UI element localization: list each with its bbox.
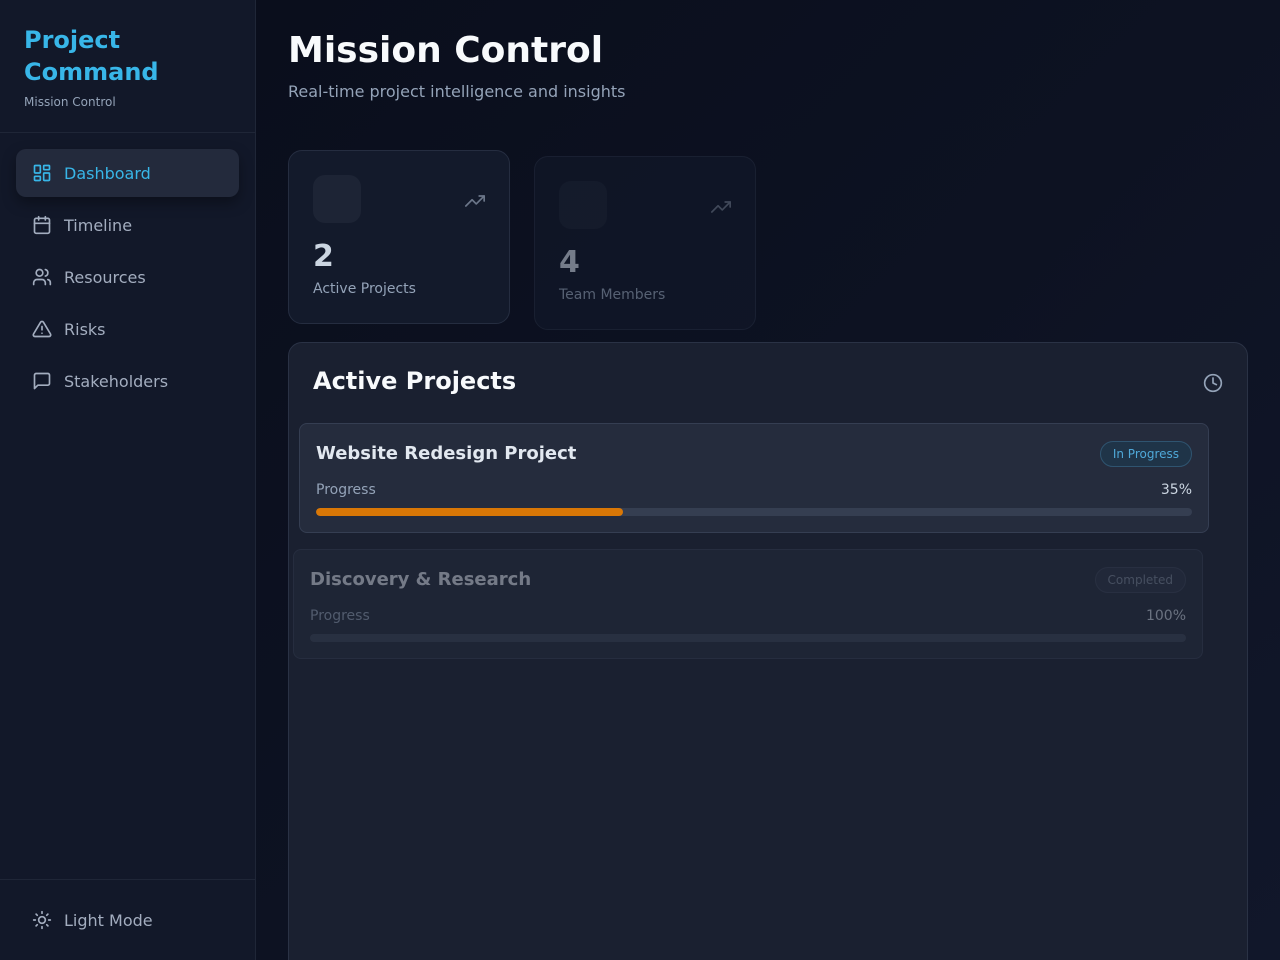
sidebar: Project Command Mission Control Dashboar… [0, 0, 256, 960]
stat-card-active-projects: 2 Active Projects [288, 150, 510, 324]
sidebar-item-timeline[interactable]: Timeline [16, 201, 239, 249]
stat-label: Active Projects [313, 281, 416, 297]
status-badge: Completed [1094, 567, 1186, 593]
progress-value: 35% [1160, 482, 1192, 498]
clock-icon[interactable] [1203, 373, 1223, 393]
calendar-icon [33, 215, 51, 235]
dashboard-icon [33, 164, 51, 182]
panel-title: Active Projects [313, 367, 517, 395]
stat-value: 4 [559, 245, 580, 280]
active-projects-panel: Active Projects Website Redesign Project… [288, 342, 1248, 960]
sun-icon [32, 910, 52, 930]
warning-icon [32, 320, 52, 338]
progress-label: Progress [316, 482, 376, 498]
project-name: Discovery & Research [310, 569, 532, 590]
sidebar-item-risks[interactable]: Risks [16, 305, 239, 353]
stat-value: 2 [313, 239, 334, 274]
project-card-discovery-research[interactable]: Discovery & Research Completed Progress … [293, 549, 1203, 659]
trend-up-icon [465, 195, 485, 207]
progress-label: Progress [310, 608, 370, 624]
progress-fill [316, 508, 623, 516]
project-card-website-redesign[interactable]: Website Redesign Project In Progress Pro… [299, 423, 1209, 533]
sidebar-footer: Light Mode [0, 879, 255, 960]
brand-title: Project Command [24, 26, 159, 86]
progress-bar [310, 634, 1186, 642]
status-badge: In Progress [1099, 441, 1192, 467]
light-mode-label: Light Mode [64, 910, 153, 930]
trend-up-icon [711, 201, 731, 213]
progress-fill [310, 634, 1186, 642]
progress-bar [316, 508, 1192, 516]
main-content: Mission Control Real-time project intell… [256, 0, 1280, 960]
project-name: Website Redesign Project [316, 443, 577, 464]
page-title: Mission Control [288, 30, 604, 71]
sidebar-item-dashboard[interactable]: Dashboard [16, 149, 239, 197]
sidebar-item-label: Stakeholders [64, 371, 169, 391]
stat-icon-box [559, 181, 607, 229]
message-icon [33, 372, 51, 390]
stat-label: Team Members [559, 287, 666, 303]
sidebar-item-label: Timeline [64, 215, 133, 235]
sidebar-item-stakeholders[interactable]: Stakeholders [16, 357, 239, 405]
brand-subtitle: Mission Control [24, 95, 116, 109]
sidebar-item-label: Dashboard [64, 163, 151, 183]
sidebar-nav: Dashboard Timeline Resources Risks Stake… [0, 133, 255, 425]
brand: Project Command Mission Control [0, 0, 255, 133]
sidebar-item-label: Resources [64, 267, 146, 287]
light-mode-toggle[interactable]: Light Mode [16, 896, 239, 944]
stat-icon-box [313, 175, 361, 223]
users-icon [32, 268, 52, 286]
stat-card-team-members: 4 Team Members [534, 156, 756, 330]
progress-value: 100% [1145, 608, 1186, 624]
sidebar-item-label: Risks [64, 319, 106, 339]
sidebar-item-resources[interactable]: Resources [16, 253, 239, 301]
page-subtitle: Real-time project intelligence and insig… [288, 82, 626, 101]
